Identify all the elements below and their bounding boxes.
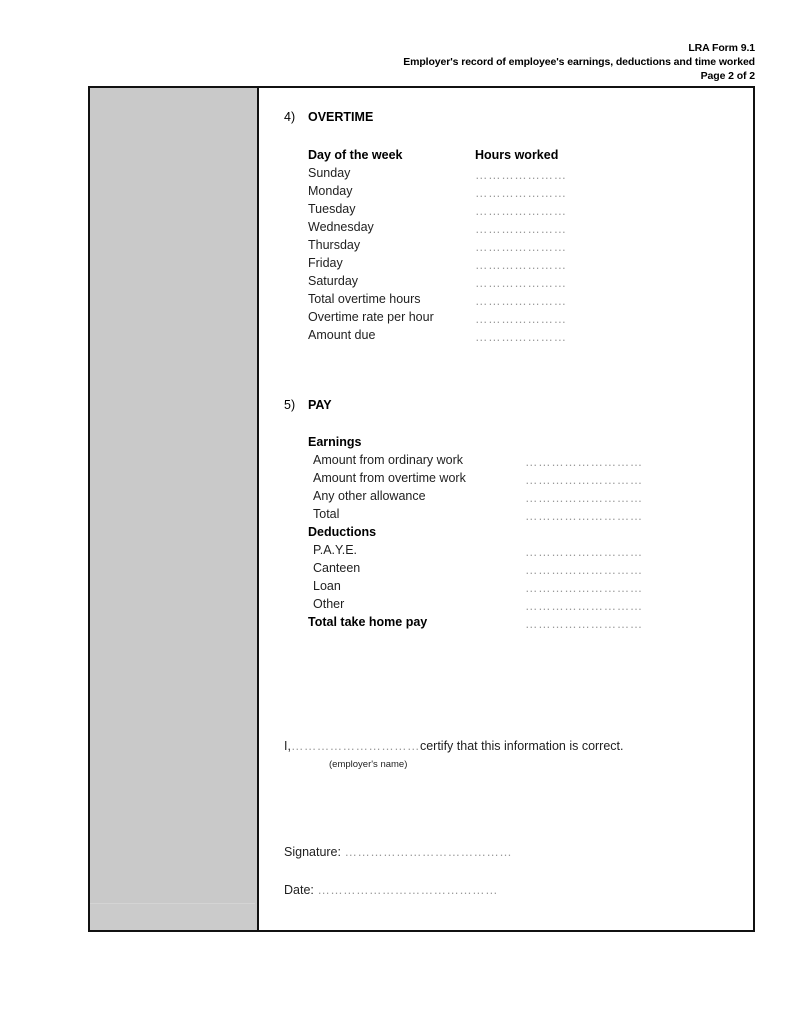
deductions-row-blank[interactable]: ………………………: [525, 599, 655, 613]
section-heading-overtime: 4) OVERTIME: [284, 110, 373, 124]
overtime-row-blank[interactable]: …………………: [475, 186, 567, 200]
shaded-column-footer-strip: [90, 903, 255, 930]
earnings-heading: Earnings: [308, 435, 362, 449]
earnings-row-label: Total: [313, 507, 340, 521]
signature-blank[interactable]: …………………………………: [344, 845, 512, 859]
section-heading-pay: 5) PAY: [284, 398, 332, 412]
earnings-row-blank[interactable]: ………………………: [525, 473, 655, 487]
employer-name-hint: (employer's name): [329, 759, 408, 770]
date-label: Date:: [284, 883, 314, 897]
form-code: LRA Form 9.1: [688, 42, 755, 54]
earnings-row-blank[interactable]: ………………………: [525, 509, 655, 523]
section-number-overtime: 4): [284, 110, 296, 124]
overtime-row-label: Sunday: [308, 166, 351, 180]
earnings-row-label: Any other allowance: [313, 489, 426, 503]
signature-row: Signature: …………………………………: [284, 845, 512, 859]
column-header-hours: Hours worked: [475, 148, 559, 162]
deductions-row-label: Other: [313, 597, 345, 611]
overtime-row-label: Friday: [308, 256, 343, 270]
overtime-row-blank[interactable]: …………………: [475, 312, 567, 326]
deductions-row-blank[interactable]: ………………………: [525, 563, 655, 577]
overtime-row-blank[interactable]: …………………: [475, 294, 567, 308]
employer-name-blank[interactable]: …………………………: [291, 739, 420, 753]
earnings-row-label: Amount from ordinary work: [313, 453, 464, 467]
overtime-row-label: Tuesday: [308, 202, 356, 216]
section-title-overtime: OVERTIME: [308, 110, 374, 124]
overtime-row-blank[interactable]: …………………: [475, 276, 567, 290]
overtime-row-label: Amount due: [308, 328, 376, 342]
overtime-row-label: Thursday: [308, 238, 361, 252]
form-content-column: 4) OVERTIME Day of the week Hours worked …: [259, 88, 753, 930]
column-header-day: Day of the week: [308, 148, 403, 162]
deductions-row-label: P.A.Y.E.: [313, 543, 358, 557]
overtime-row-blank[interactable]: …………………: [475, 330, 567, 344]
document-title: Employer's record of employee's earnings…: [403, 55, 755, 68]
total-take-home-pay-blank[interactable]: ………………………: [525, 617, 655, 631]
overtime-row-label: Total overtime hours: [308, 292, 421, 306]
certification-prefix: I,: [284, 739, 291, 753]
date-row: Date: ……………………………………: [284, 883, 498, 897]
deductions-row-blank[interactable]: ………………………: [525, 545, 655, 559]
overtime-row-label: Monday: [308, 184, 353, 198]
form-frame: 4) OVERTIME Day of the week Hours worked …: [88, 86, 755, 932]
overtime-row-label: Overtime rate per hour: [308, 310, 434, 324]
section-number-pay: 5): [284, 398, 296, 412]
deductions-row-label: Loan: [313, 579, 341, 593]
total-take-home-pay-label: Total take home pay: [308, 615, 428, 629]
overtime-row-blank[interactable]: …………………: [475, 168, 567, 182]
deductions-heading: Deductions: [308, 525, 377, 539]
certification-text: certify that this information is correct…: [419, 739, 624, 753]
earnings-row-blank[interactable]: ………………………: [525, 455, 655, 469]
overtime-row-label: Saturday: [308, 274, 359, 288]
overtime-row-label: Wednesday: [308, 220, 374, 234]
shaded-left-column: [90, 88, 259, 930]
page-indicator: Page 2 of 2: [700, 69, 755, 82]
deductions-row-blank[interactable]: ………………………: [525, 581, 655, 595]
signature-label: Signature:: [284, 845, 341, 859]
deductions-row-label: Canteen: [313, 561, 361, 575]
earnings-row-blank[interactable]: ………………………: [525, 491, 655, 505]
overtime-row-blank[interactable]: …………………: [475, 204, 567, 218]
overtime-row-blank[interactable]: …………………: [475, 258, 567, 272]
overtime-row-blank[interactable]: …………………: [475, 222, 567, 236]
date-blank[interactable]: ……………………………………: [317, 883, 498, 897]
certification-statement: I,…………………………certify that this informatio…: [284, 739, 624, 753]
section-title-pay: PAY: [308, 398, 332, 412]
overtime-row-blank[interactable]: …………………: [475, 240, 567, 254]
document-header: LRA Form 9.1 Employer's record of employ…: [88, 42, 755, 84]
earnings-row-label: Amount from overtime work: [313, 471, 466, 485]
